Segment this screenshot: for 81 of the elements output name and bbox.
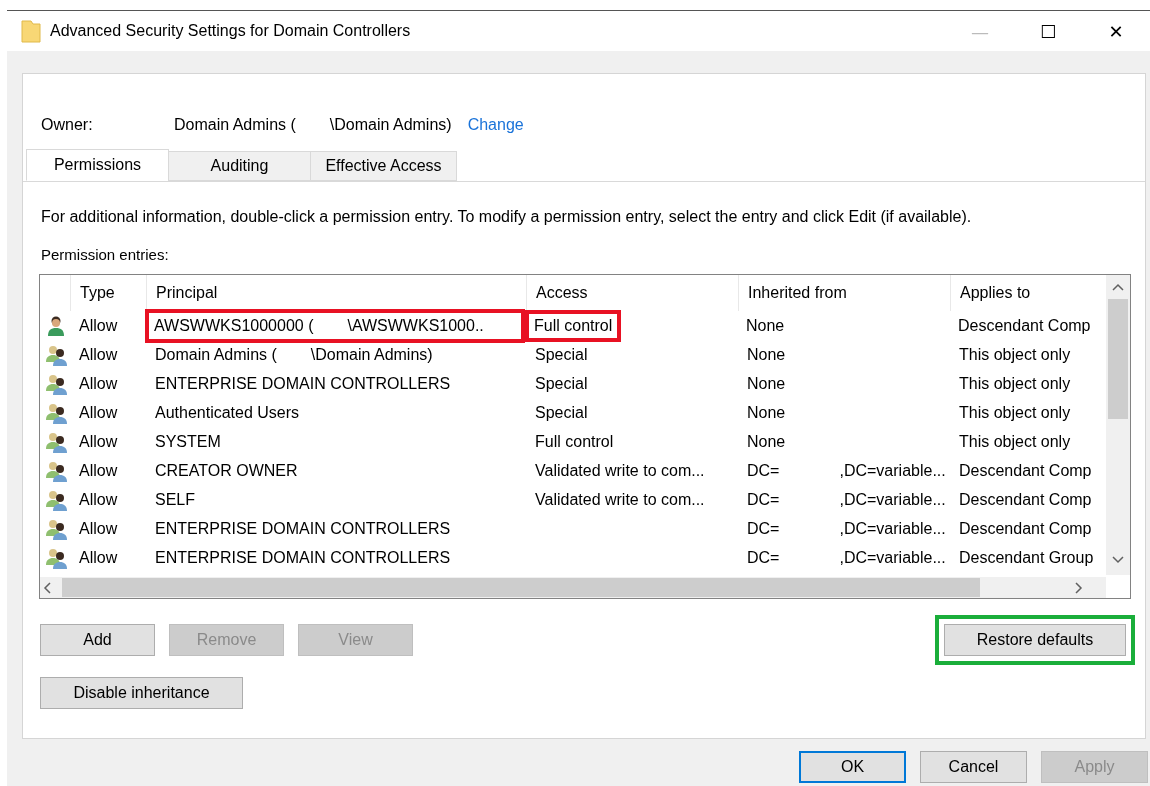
- table-cell: ,DC=variable...: [839, 461, 946, 480]
- table-cell: None: [746, 316, 785, 335]
- table-cell-text: ENTERPRISE DOMAIN CONTROLLERS: [154, 373, 452, 394]
- owner-label: Owner:: [41, 116, 94, 134]
- dialog-button[interactable]: Cancel: [920, 751, 1027, 783]
- group-icon: [45, 401, 67, 424]
- table-cell-text: Descendant Comp: [958, 489, 1093, 510]
- table-cell-text: This object only: [958, 402, 1072, 423]
- table-cell-text: Allow: [78, 402, 119, 423]
- principal-name: AWSWWKS1000000 (: [154, 316, 314, 335]
- table-cell-text: Allow: [78, 518, 119, 539]
- table-cell: None: [747, 432, 786, 451]
- group-icon: [45, 343, 67, 366]
- group-icon: [45, 372, 67, 395]
- group-icon: [45, 430, 67, 453]
- table-cell: DC=: [747, 519, 780, 538]
- table-cell: Validated write to com...: [535, 490, 705, 509]
- table-cell: Full control: [535, 432, 614, 451]
- table-cell: None: [747, 403, 786, 422]
- table-cell: None: [747, 374, 786, 393]
- info-text: For additional information, double-click a permission entry. To modify a permission entry, select the entry and click Edit (if available).: [41, 208, 973, 226]
- table-cell: Special: [535, 374, 588, 393]
- table-cell-text: Descendant Comp: [957, 315, 1092, 336]
- table-cell-text: ENTERPRISE DOMAIN CONTROLLERS: [154, 547, 452, 568]
- table-cell: ,DC=variable...: [839, 519, 946, 538]
- table-cell: Validated write to com...: [535, 461, 705, 480]
- dialog-button[interactable]: OK: [799, 751, 906, 783]
- disable-inheritance-button[interactable]: Disable inheritance: [40, 677, 243, 709]
- table-cell-text: This object only: [958, 344, 1072, 365]
- table-cell-text: Allow: [78, 489, 119, 510]
- column-header[interactable]: Type: [70, 275, 146, 311]
- folder-icon: [21, 19, 41, 43]
- close-button[interactable]: ✕: [1082, 11, 1150, 51]
- tab[interactable]: Auditing: [168, 151, 311, 181]
- table-cell-text: Allow: [78, 344, 119, 365]
- table-cell: DC=: [747, 490, 780, 509]
- annotation-frame: Full control: [525, 309, 622, 342]
- group-icon: [45, 459, 67, 482]
- table-cell-text: This object only: [958, 431, 1072, 452]
- column-header[interactable]: Applies to: [950, 275, 1105, 311]
- entry-button[interactable]: Add: [40, 624, 155, 656]
- table-cell: DC=: [747, 461, 780, 480]
- table-cell-text: Descendant Comp: [958, 518, 1093, 539]
- table-cell-text: This object only: [958, 373, 1072, 394]
- change-link[interactable]: Change: [467, 116, 524, 134]
- restore-defaults-button[interactable]: Restore defaults: [944, 624, 1126, 656]
- principal-name: \Domain Admins): [310, 345, 433, 364]
- table-cell: ,DC=variable...: [839, 548, 946, 567]
- table-cell-text: SELF: [154, 489, 196, 510]
- window-title: Advanced Security Settings for Domain Controllers: [50, 22, 412, 40]
- table-cell: None: [747, 345, 786, 364]
- owner-name: Domain Admins (: [174, 116, 296, 134]
- table-cell-text: Allow: [78, 373, 119, 394]
- table-cell: ,DC=variable...: [839, 490, 946, 509]
- table-cell: Special: [535, 345, 588, 364]
- table-cell: DC=: [747, 548, 780, 567]
- principal-name: Domain Admins (: [155, 345, 277, 364]
- tab[interactable]: Effective Access: [310, 151, 457, 181]
- maximize-button[interactable]: ☐: [1014, 11, 1082, 51]
- table-cell-text: Authenticated Users: [154, 402, 301, 423]
- table-cell-text: SYSTEM: [154, 431, 222, 452]
- entries-label: Permission entries:: [41, 246, 170, 263]
- table-cell: Special: [535, 403, 588, 422]
- table-cell-text: Allow: [78, 315, 119, 336]
- table-cell-text: Descendant Comp: [958, 460, 1093, 481]
- table-cell-text: Allow: [78, 431, 119, 452]
- tab[interactable]: Permissions: [26, 149, 169, 181]
- table-cell-text: CREATOR OWNER: [154, 460, 299, 481]
- table-cell-text: Descendant Group: [958, 547, 1095, 568]
- column-header[interactable]: Inherited from: [738, 275, 950, 311]
- table-cell-text: Allow: [78, 547, 119, 568]
- table-cell-text: Allow: [78, 460, 119, 481]
- principal-name: \AWSWWKS1000..: [347, 316, 484, 335]
- user-icon: [45, 314, 67, 337]
- owner-name: \Domain Admins): [329, 116, 452, 134]
- table-cell-text: ENTERPRISE DOMAIN CONTROLLERS: [154, 518, 452, 539]
- column-header[interactable]: Principal: [146, 275, 526, 311]
- group-icon: [45, 517, 67, 540]
- column-header[interactable]: Access: [526, 275, 738, 311]
- group-icon: [45, 488, 67, 511]
- group-icon: [45, 546, 67, 569]
